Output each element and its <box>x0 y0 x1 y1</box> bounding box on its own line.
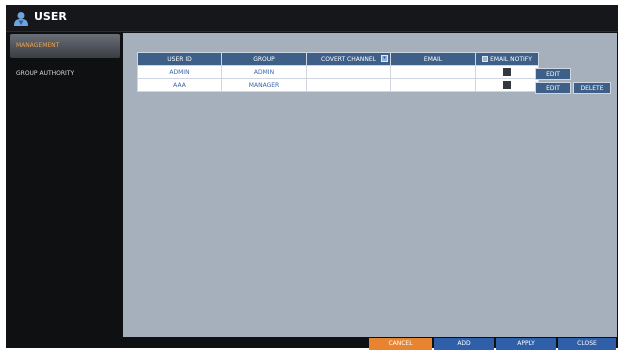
sidebar-item-management[interactable]: MANAGEMENT <box>10 34 120 58</box>
email-notify-label: EMAIL NOTIFY <box>490 55 532 63</box>
apply-button[interactable]: APPLY <box>496 338 556 350</box>
sidebar-item-group-authority[interactable]: GROUP AUTHORITY <box>10 62 120 86</box>
user-window: USER MANAGEMENT GROUP AUTHORITY USER ID … <box>6 5 618 350</box>
user-id-cell: ADMIN <box>137 65 222 79</box>
delete-button-aaa[interactable]: DELETE <box>573 82 611 94</box>
add-button[interactable]: ADD <box>434 338 494 350</box>
covert-channel-cell <box>306 65 391 79</box>
table-row: ADMIN ADMIN <box>137 65 539 79</box>
covert-channel-dropdown-icon[interactable]: ▾ <box>381 55 388 62</box>
close-button[interactable]: CLOSE <box>558 338 616 350</box>
user-table: USER ID GROUP COVERT CHANNEL ▾ EMAIL EMA… <box>137 52 539 92</box>
email-notify-cell <box>475 78 539 92</box>
cancel-button[interactable]: CANCEL <box>369 338 432 350</box>
table-row: AAA MANAGER <box>137 78 539 92</box>
main-panel: USER ID GROUP COVERT CHANNEL ▾ EMAIL EMA… <box>123 33 617 337</box>
user-icon <box>14 12 28 26</box>
covert-channel-cell <box>306 78 391 92</box>
edit-button-admin[interactable]: EDIT <box>535 68 571 80</box>
email-notify-checkbox[interactable] <box>503 81 511 89</box>
column-header-covert-channel: COVERT CHANNEL ▾ <box>306 52 391 66</box>
email-cell <box>390 78 476 92</box>
column-header-user-id: USER ID <box>137 52 222 66</box>
email-notify-checkbox[interactable] <box>503 68 511 76</box>
title-bar: USER <box>6 5 618 32</box>
column-header-group: GROUP <box>221 52 307 66</box>
column-header-email: EMAIL <box>390 52 476 66</box>
page-title: USER <box>34 10 67 23</box>
sidebar: MANAGEMENT GROUP AUTHORITY <box>6 32 122 344</box>
email-notify-cell <box>475 65 539 79</box>
email-notify-all-checkbox[interactable] <box>482 56 489 62</box>
user-id-cell: AAA <box>137 78 222 92</box>
covert-channel-label: COVERT CHANNEL <box>321 55 376 63</box>
edit-button-aaa[interactable]: EDIT <box>535 82 571 94</box>
column-header-email-notify: EMAIL NOTIFY <box>475 52 539 66</box>
email-cell <box>390 65 476 79</box>
group-cell: ADMIN <box>221 65 307 79</box>
table-header-row: USER ID GROUP COVERT CHANNEL ▾ EMAIL EMA… <box>137 52 539 66</box>
group-cell: MANAGER <box>221 78 307 92</box>
